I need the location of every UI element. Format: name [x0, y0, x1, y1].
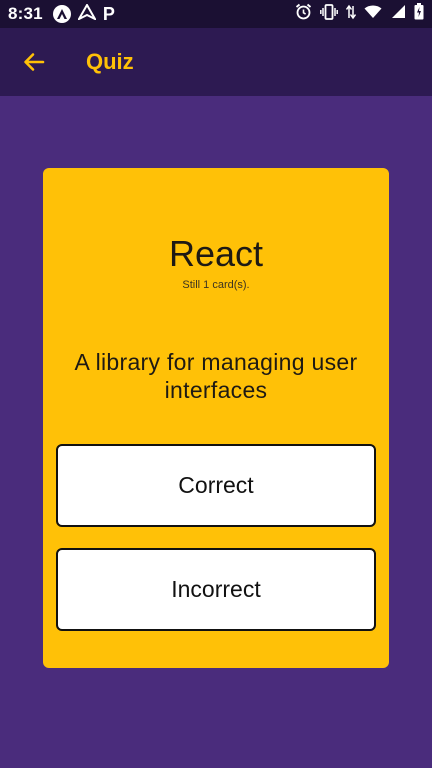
page-title: Quiz — [86, 49, 134, 74]
signal-icon — [390, 4, 406, 24]
app-bar: Quiz — [0, 28, 432, 96]
incorrect-button[interactable]: Incorrect — [56, 548, 376, 631]
question-text: A library for managing user interfaces — [74, 349, 358, 403]
back-button[interactable] — [14, 42, 54, 82]
wifi-icon — [364, 4, 382, 24]
status-right-icons — [295, 3, 424, 25]
deck-title: React — [168, 233, 264, 274]
status-time: 8:31 — [8, 4, 43, 23]
status-bar: 8:31 P — [0, 0, 432, 28]
correct-button-label: Correct — [178, 472, 254, 498]
arrow-back-icon — [24, 53, 45, 71]
battery-icon — [414, 3, 424, 25]
alarm-icon — [295, 3, 312, 25]
react-native-icon — [52, 5, 71, 23]
data-arrows-icon — [345, 4, 357, 25]
status-left-icons: P — [52, 2, 115, 25]
incorrect-button-label: Incorrect — [171, 576, 261, 602]
navigation-icon — [76, 2, 98, 25]
correct-button[interactable]: Correct — [56, 444, 376, 527]
p-icon: P — [102, 4, 115, 24]
cards-remaining-text: Still 1 card(s). — [182, 279, 250, 291]
vibrate-icon — [320, 3, 338, 25]
